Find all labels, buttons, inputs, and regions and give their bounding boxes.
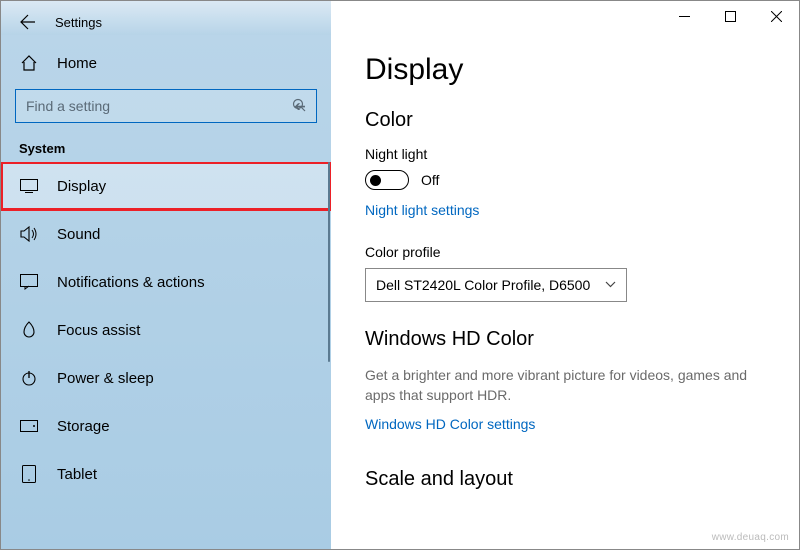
search-icon: ➔︎ (294, 98, 306, 115)
section-color-heading: Color (365, 109, 765, 132)
focus-assist-icon (19, 320, 39, 340)
sidebar-item-power-sleep[interactable]: Power & sleep (1, 354, 331, 402)
settings-window: Settings Home (1, 1, 799, 549)
section-hdcolor-heading: Windows HD Color (365, 328, 765, 351)
window-title: Settings (55, 15, 102, 30)
sound-icon (19, 224, 39, 244)
hdcolor-settings-link[interactable]: Windows HD Color settings (365, 416, 535, 432)
sidebar-item-label: Storage (57, 418, 110, 435)
sidebar-item-label: Sound (57, 226, 100, 243)
night-light-state: Off (421, 172, 439, 188)
color-profile-select[interactable]: Dell ST2420L Color Profile, D6500 (365, 268, 627, 302)
power-icon (19, 368, 39, 388)
sidebar: Home ➔︎ System Display (1, 35, 331, 549)
page-title: Display (365, 53, 765, 87)
sidebar-nav: Display Sound Notifications & actions (1, 162, 331, 549)
chevron-down-icon (605, 279, 616, 291)
minimize-button[interactable] (661, 1, 707, 31)
scrollbar-thumb[interactable] (328, 162, 330, 362)
sidebar-item-label: Focus assist (57, 322, 140, 339)
notifications-icon (19, 272, 39, 292)
window-body: Home ➔︎ System Display (1, 35, 799, 549)
home-icon (19, 53, 39, 73)
titlebar-left: Settings (1, 1, 331, 35)
close-button[interactable] (753, 1, 799, 31)
content-pane: Display Color Night light Off Night ligh… (331, 35, 799, 549)
night-light-settings-link[interactable]: Night light settings (365, 202, 479, 218)
color-profile-label: Color profile (365, 244, 765, 260)
titlebar: Settings (1, 1, 799, 35)
sidebar-item-tablet[interactable]: Tablet (1, 450, 331, 498)
search-wrap: ➔︎ (1, 81, 331, 127)
search-field[interactable] (26, 98, 294, 114)
hdcolor-desc: Get a brighter and more vibrant picture … (365, 365, 765, 406)
sidebar-item-home[interactable]: Home (1, 45, 331, 81)
sidebar-item-storage[interactable]: Storage (1, 402, 331, 450)
back-icon[interactable] (19, 13, 37, 31)
sidebar-item-label: Display (57, 178, 106, 195)
maximize-button[interactable] (707, 1, 753, 31)
toggle-knob (370, 175, 381, 186)
night-light-label: Night light (365, 146, 765, 162)
sidebar-item-label: Power & sleep (57, 370, 154, 387)
color-profile-value: Dell ST2420L Color Profile, D6500 (376, 277, 590, 293)
watermark: www.deuaq.com (712, 532, 789, 543)
search-input[interactable]: ➔︎ (15, 89, 317, 123)
sidebar-category-label: System (1, 127, 331, 162)
storage-icon (19, 416, 39, 436)
sidebar-item-display[interactable]: Display (1, 162, 331, 210)
display-icon (19, 176, 39, 196)
sidebar-item-label: Tablet (57, 466, 97, 483)
night-light-toggle-row: Off (365, 170, 765, 190)
section-scale-heading: Scale and layout (365, 468, 765, 491)
night-light-toggle[interactable] (365, 170, 409, 190)
sidebar-item-notifications[interactable]: Notifications & actions (1, 258, 331, 306)
home-label: Home (57, 55, 97, 72)
window-controls (661, 1, 799, 31)
sidebar-item-label: Notifications & actions (57, 274, 205, 291)
tablet-icon (19, 464, 39, 484)
sidebar-item-focus-assist[interactable]: Focus assist (1, 306, 331, 354)
sidebar-item-sound[interactable]: Sound (1, 210, 331, 258)
